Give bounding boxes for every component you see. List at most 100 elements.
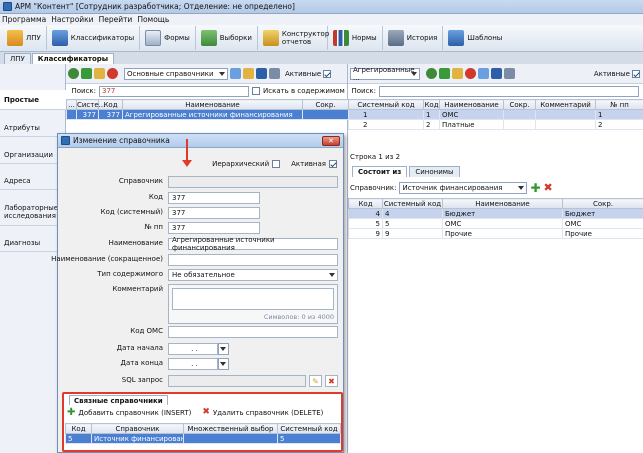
references-search: Поиск: 377 Искать в содержимом	[68, 85, 345, 97]
sql-row: SQL запрос ✎ ✖	[58, 375, 343, 387]
active-filter-checkbox[interactable]	[632, 69, 640, 78]
copy-icon[interactable]	[478, 68, 489, 79]
table-row[interactable]: 377 377 Агрегированные источники финанси…	[66, 109, 349, 120]
filter-icon[interactable]	[504, 68, 515, 79]
toolbar-lpu-button[interactable]: ЛПУ	[2, 26, 47, 50]
reference-group-select[interactable]: Основные справочники	[124, 67, 228, 80]
active-filter-label: Активные	[593, 69, 630, 78]
search-content-checkbox[interactable]	[252, 87, 260, 95]
menu-help[interactable]: Помощь	[137, 15, 169, 24]
sql-edit-button[interactable]: ✎	[309, 375, 322, 387]
content-table: Системный код Код Наименование Сокр. Ком…	[348, 99, 643, 130]
toolbar-norms-button[interactable]: Нормы	[328, 26, 383, 50]
filter-icon[interactable]	[269, 68, 280, 79]
syscode-label: Код (системный)	[100, 208, 163, 216]
short-name-field[interactable]	[168, 254, 338, 266]
templates-icon	[448, 30, 465, 46]
end-date-picker[interactable]	[218, 358, 229, 370]
comment-label: Комментарий	[112, 285, 163, 293]
tab-consists-of[interactable]: Состоит из	[352, 166, 408, 177]
tab-lpu[interactable]: ЛПУ	[4, 53, 31, 64]
table-row[interactable]: 4 4 Бюджет Бюджет	[348, 208, 643, 219]
edit-icon[interactable]	[452, 68, 463, 79]
dialog-title: Изменение справочника	[73, 136, 170, 145]
left-tab-simple[interactable]: Простые	[0, 90, 66, 110]
save-icon[interactable]	[256, 68, 267, 79]
content-type-row: Тип содержимого Не обязательное	[58, 269, 343, 281]
table-row[interactable]: 5 5 ОМС ОМС	[348, 218, 643, 229]
search-input[interactable]: 377	[99, 85, 249, 97]
ref-label: Справочник	[118, 177, 163, 185]
comment-textarea[interactable]	[172, 288, 334, 310]
num-field[interactable]: 377	[168, 222, 260, 234]
refresh-icon[interactable]	[426, 68, 437, 79]
tab-classifiers[interactable]: Классификаторы	[31, 53, 115, 64]
references-toolbar: Основные справочники Активные	[66, 64, 347, 84]
sql-clear-button[interactable]: ✖	[325, 375, 338, 387]
table-row[interactable]: 5 Источник финансирования 5	[65, 433, 341, 444]
window-title: АРМ "Контент" [Сотрудник разработчика; О…	[15, 2, 295, 11]
table-row[interactable]: 9 9 Прочие Прочие	[348, 228, 643, 239]
window-titlebar: АРМ "Контент" [Сотрудник разработчика; О…	[0, 0, 643, 14]
short-label: Наименование (сокращенное)	[51, 255, 163, 263]
selections-icon	[200, 30, 217, 46]
table-header: Системный код Код Наименование Сокр. Ком…	[348, 99, 643, 110]
delete-icon[interactable]	[465, 68, 476, 79]
menu-program[interactable]: Программа	[2, 15, 46, 24]
add-icon: ✚	[67, 407, 76, 418]
menu-settings[interactable]: Настройки	[51, 15, 93, 24]
search-input[interactable]	[379, 85, 639, 97]
content-type-select[interactable]: Не обязательное	[168, 269, 338, 281]
active-filter-label: Активные	[285, 69, 322, 78]
reference-select[interactable]: Агрегированные ...	[350, 66, 420, 82]
related-table: Код Справочник Множественный выбор Систе…	[65, 423, 341, 444]
syscode-row: Код (системный) 377	[58, 207, 343, 219]
symbols-counter: Символов: 0 из 4000	[263, 313, 334, 321]
hierarchical-checkbox[interactable]	[272, 160, 281, 168]
toolbar-forms-button[interactable]: Формы	[140, 26, 196, 50]
active-checkbox[interactable]	[329, 160, 337, 168]
menu-goto[interactable]: Перейти	[99, 15, 133, 24]
toolbar-templates-button[interactable]: Шаблоны	[443, 26, 507, 50]
tab-synonyms[interactable]: Синонимы	[409, 166, 460, 177]
related-references-section: Связные справочники ✚ Добавить справочни…	[62, 392, 343, 452]
start-date-picker[interactable]	[218, 343, 229, 355]
main-toolbar: ЛПУ Классификаторы Формы Выборки Констру…	[0, 25, 643, 52]
start-date-field[interactable]: . .	[168, 343, 218, 355]
add-reference-button[interactable]: Добавить справочник (INSERT)	[78, 409, 191, 417]
annotation-arrow-head	[182, 160, 192, 167]
copy-icon[interactable]	[230, 68, 241, 79]
forms-icon	[145, 30, 162, 46]
end-date-field[interactable]: . .	[168, 358, 218, 370]
syscode-field[interactable]: 377	[168, 207, 260, 219]
folder-icon[interactable]	[243, 68, 254, 79]
oms-code-field[interactable]	[168, 326, 338, 338]
toolbar-history-button[interactable]: История	[383, 26, 444, 50]
related-tab[interactable]: Связные справочники	[69, 395, 168, 405]
composition-ref-label: Справочник:	[350, 184, 397, 192]
save-icon[interactable]	[491, 68, 502, 79]
refresh-icon[interactable]	[68, 68, 79, 79]
add-icon[interactable]	[439, 68, 450, 79]
table-row[interactable]: 1 1 ОМС 1	[348, 109, 643, 120]
active-filter-checkbox[interactable]	[323, 69, 332, 78]
toolbar-classifiers-button[interactable]: Классификаторы	[47, 26, 141, 50]
annotation-arrow-line	[186, 139, 188, 162]
main-tabs: ЛПУ Классификаторы	[0, 52, 643, 64]
edit-icon[interactable]	[94, 68, 105, 79]
toolbar-report-builder-button[interactable]: Конструктор отчетов	[258, 26, 329, 50]
table-header: Код Справочник Множественный выбор Систе…	[65, 423, 341, 434]
sql-label: SQL запрос	[121, 376, 163, 384]
delete-reference-button[interactable]: Удалить справочник (DELETE)	[213, 409, 323, 417]
name-field[interactable]: Агрегированные источники финансирования	[168, 236, 338, 252]
toolbar-selections-button[interactable]: Выборки	[196, 26, 258, 50]
close-button[interactable]: ✕	[322, 136, 340, 146]
composition-ref-select[interactable]: Источник финансирования	[399, 182, 528, 194]
search-content-label: Искать в содержимом	[263, 87, 345, 95]
delete-icon[interactable]: ✖	[544, 182, 553, 193]
delete-icon[interactable]	[107, 68, 118, 79]
add-icon[interactable]: ✚	[530, 182, 540, 194]
add-icon[interactable]	[81, 68, 92, 79]
table-row[interactable]: 2 2 Платные 2	[348, 119, 643, 130]
code-field[interactable]: 377	[168, 192, 260, 204]
